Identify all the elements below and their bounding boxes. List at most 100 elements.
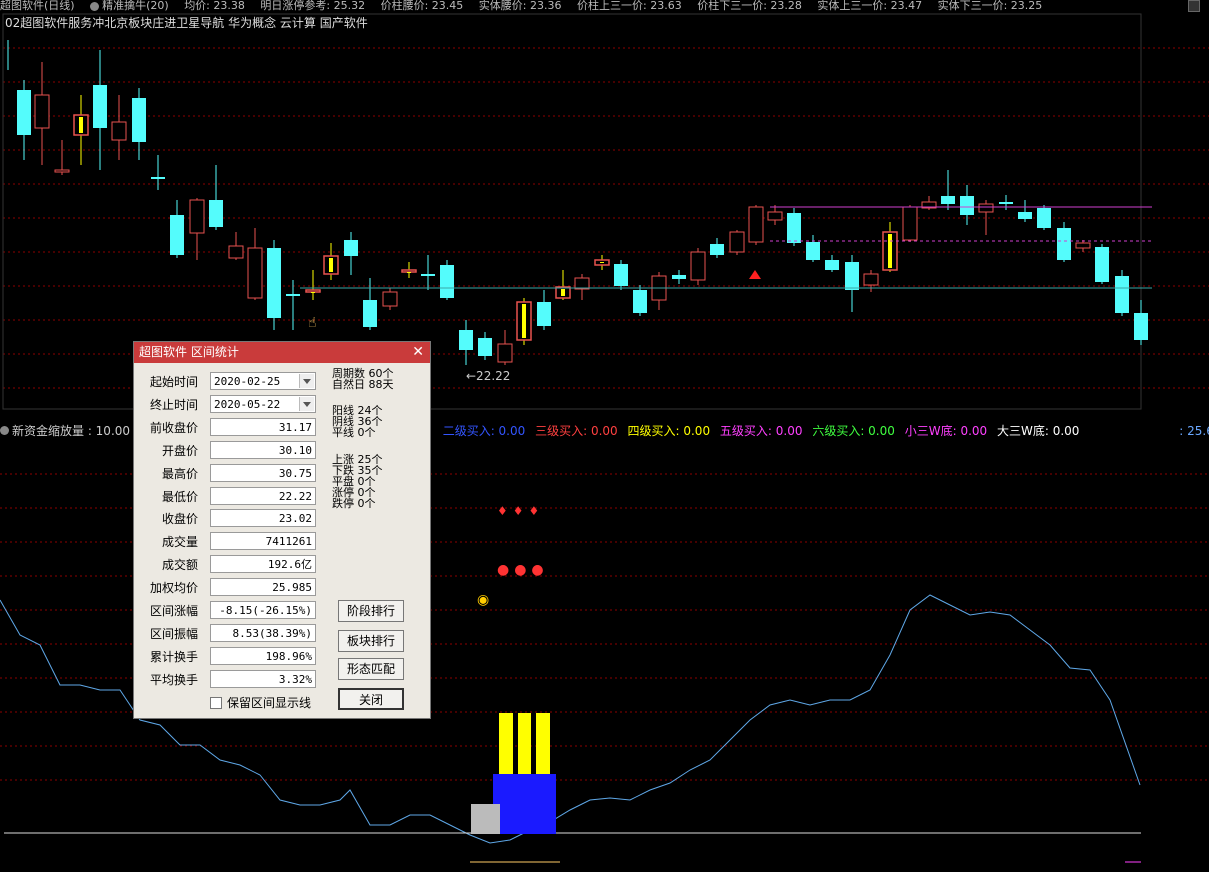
red-ball-icons: ●●● xyxy=(497,562,549,578)
range-amplitude-field[interactable]: 8.53(38.39%) xyxy=(210,624,316,642)
chevron-down-icon[interactable] xyxy=(299,374,314,388)
field-label: 开盘价 xyxy=(161,444,198,458)
candle-mark xyxy=(79,117,83,133)
field-label: 最高价 xyxy=(161,467,198,481)
candle-body xyxy=(729,231,745,253)
prev-close-field[interactable]: 31.17 xyxy=(210,418,316,436)
turnover-field[interactable]: 192.6亿 xyxy=(210,555,316,573)
candle-mark xyxy=(522,304,526,338)
yellow-bar xyxy=(499,713,513,774)
candle-body xyxy=(1037,208,1051,228)
candle-body xyxy=(672,275,686,279)
level4-buy: 四级买入: 0.00 xyxy=(627,424,711,438)
candle-body xyxy=(1115,276,1129,313)
dropdown-circle-icon xyxy=(0,426,9,435)
candle-body xyxy=(999,202,1013,204)
close-button[interactable]: 关闭 xyxy=(338,688,404,710)
field-label: 成交额 xyxy=(161,558,198,572)
candle-mark xyxy=(311,292,315,293)
candle-body xyxy=(902,206,918,241)
candle-body xyxy=(1057,228,1071,260)
close-icon[interactable]: ✕ xyxy=(412,342,424,363)
level5-buy: 五级买入: 0.00 xyxy=(719,424,803,438)
candle-body xyxy=(978,203,994,213)
candle-body xyxy=(787,213,801,243)
chevron-down-icon[interactable] xyxy=(299,397,314,411)
yellow-bar xyxy=(536,713,550,774)
field-label: 累计换手 xyxy=(149,650,198,664)
range-change-field[interactable]: -8.15(-26.15%) xyxy=(210,601,316,619)
field-label: 收盘价 xyxy=(161,512,198,526)
candle-body xyxy=(863,273,879,286)
candle-body xyxy=(305,289,321,293)
red-triangle-icon xyxy=(749,270,761,279)
candle-mark xyxy=(329,258,333,272)
low-field[interactable]: 22.22 xyxy=(210,487,316,505)
money-bag-icon: ◉ xyxy=(477,592,490,608)
diamond-icons: ♦♦♦ xyxy=(497,504,545,518)
candle-body xyxy=(132,98,146,142)
sector-rank-button[interactable]: 板块排行 xyxy=(338,630,404,652)
candle-body xyxy=(344,240,358,256)
pattern-match-button[interactable]: 形态匹配 xyxy=(338,658,404,680)
hand-cursor-icon: ☝ xyxy=(308,315,317,331)
indicator-name[interactable]: 新资金缩放量 : 10.00 xyxy=(0,424,130,438)
high-field[interactable]: 30.75 xyxy=(210,464,316,482)
field-label: 区间振幅 xyxy=(149,627,198,641)
keep-line-label: 保留区间显示线 xyxy=(227,696,312,710)
candle-body xyxy=(845,262,859,290)
gray-block xyxy=(471,804,500,834)
field-label: 平均换手 xyxy=(149,673,198,687)
open-field[interactable]: 30.10 xyxy=(210,441,316,459)
candle-body xyxy=(960,196,974,215)
stat-limit-down: 跌停 0个 xyxy=(332,497,376,510)
blue-block xyxy=(493,774,556,834)
candle-body xyxy=(1075,242,1091,249)
volume-field[interactable]: 7411261 xyxy=(210,532,316,550)
weighted-avg-field[interactable]: 25.985 xyxy=(210,578,316,596)
candle-body xyxy=(537,302,551,326)
start-date-value: 2020-02-25 xyxy=(214,375,281,388)
chart-title: 02超图软件服务冲北京板块庄进卫星导航 华为概念 云计算 国产软件 xyxy=(5,16,368,30)
dialog-titlebar[interactable]: 超图软件 区间统计 ✕ xyxy=(134,342,430,363)
candle-body xyxy=(170,215,184,255)
level6-buy: 六级买入: 0.00 xyxy=(812,424,895,438)
interval-stats-dialog: 超图软件 区间统计 ✕ 起始时间 2020-02-25 终止时间 2020-05… xyxy=(133,341,431,719)
candle-body xyxy=(574,277,590,290)
field-label: 成交量 xyxy=(161,535,198,549)
start-date-select[interactable]: 2020-02-25 xyxy=(210,372,316,390)
field-label: 加权均价 xyxy=(149,581,198,595)
candle-body xyxy=(1095,247,1109,282)
candle-body xyxy=(151,177,165,179)
candle-body xyxy=(286,294,300,296)
end-date-select[interactable]: 2020-05-22 xyxy=(210,395,316,413)
end-date-value: 2020-05-22 xyxy=(214,398,281,411)
field-label: 终止时间 xyxy=(149,398,198,412)
yellow-bar xyxy=(518,713,531,774)
candle-body xyxy=(267,248,281,318)
keep-line-checkbox[interactable] xyxy=(210,697,222,709)
candle-body xyxy=(209,200,223,227)
candle-body xyxy=(497,343,513,363)
level2-buy: 二级买入: 0.00 xyxy=(442,424,526,438)
candle-body xyxy=(614,264,628,286)
avg-turnover-field[interactable]: 3.32% xyxy=(210,670,316,688)
field-label: 前收盘价 xyxy=(149,421,198,435)
stage-rank-button[interactable]: 阶段排行 xyxy=(338,600,404,622)
level3-buy: 三级买入: 0.00 xyxy=(535,424,618,438)
candle-body xyxy=(247,247,263,299)
candle-body xyxy=(189,199,205,234)
low-price-label: ←22.22 xyxy=(466,369,511,383)
candle-body xyxy=(401,269,417,273)
candle-body xyxy=(767,211,783,221)
candle-body xyxy=(748,206,764,243)
candle-body xyxy=(690,251,706,281)
close-price-field[interactable]: 23.02 xyxy=(210,509,316,527)
candle-body xyxy=(710,244,724,255)
candle-mark xyxy=(561,289,565,296)
candle-body xyxy=(806,242,820,260)
candle-body xyxy=(478,338,492,356)
cumulative-turnover-field[interactable]: 198.96% xyxy=(210,647,316,665)
field-label: 起始时间 xyxy=(149,375,198,389)
indicator-value: : 25.60 xyxy=(1179,424,1209,438)
